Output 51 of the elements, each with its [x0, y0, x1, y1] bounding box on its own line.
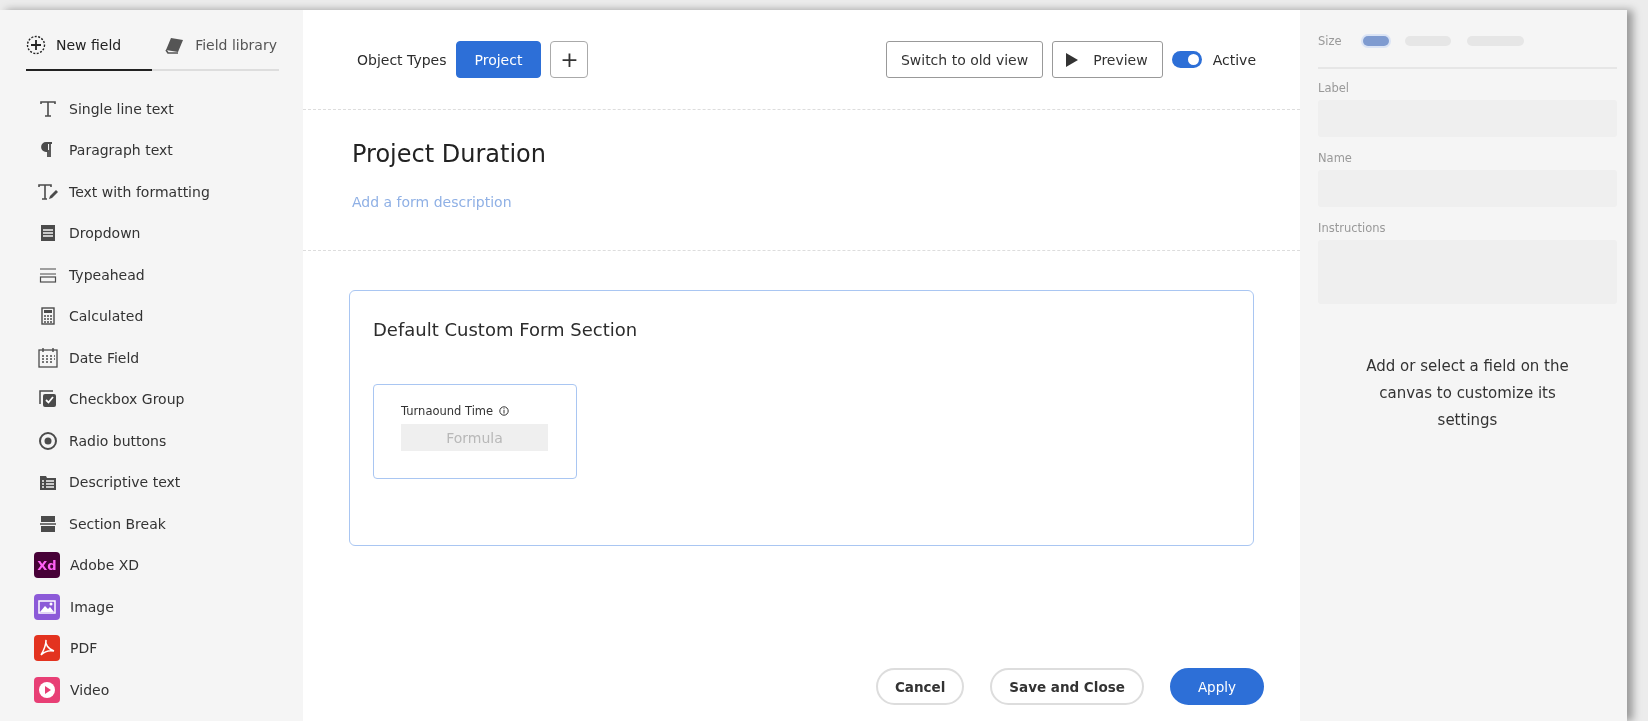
- field-type-item[interactable]: Video: [24, 669, 287, 711]
- field-type-item[interactable]: Checkbox Group: [24, 378, 287, 420]
- field-type-item[interactable]: Descriptive text: [24, 461, 287, 503]
- info-icon: [499, 406, 510, 416]
- field-type-item[interactable]: Single line text: [24, 88, 287, 130]
- pdf-icon: [34, 635, 60, 662]
- preview-button[interactable]: Preview: [1052, 41, 1163, 78]
- form-title: Project Duration: [352, 140, 547, 168]
- field-type-item[interactable]: Calculated: [24, 295, 287, 337]
- size-option[interactable]: [1362, 36, 1389, 46]
- object-type-tab[interactable]: Project: [455, 41, 542, 78]
- text-pen-icon: [37, 181, 59, 202]
- field-type-item[interactable]: PDF: [24, 627, 287, 669]
- field-type-item[interactable]: Paragraph text: [24, 129, 287, 171]
- image-icon: [34, 593, 60, 620]
- section-break-icon: [37, 513, 59, 534]
- play-icon: [1065, 51, 1080, 68]
- field-type-item[interactable]: Date Field: [24, 337, 287, 379]
- field-type-item[interactable]: Section Break: [24, 503, 287, 545]
- calendar-icon: [37, 346, 59, 369]
- apply-button[interactable]: Apply: [1169, 668, 1264, 705]
- setting-label: Instructions: [1318, 221, 1387, 235]
- sidebar-tab[interactable]: Field library: [151, 35, 279, 71]
- footer-button[interactable]: Save and Close: [990, 668, 1144, 705]
- setting-label: Label: [1318, 81, 1351, 95]
- play-icon: [34, 676, 60, 703]
- footer-button[interactable]: Cancel: [875, 668, 965, 705]
- sidebar-tab[interactable]: New field: [26, 35, 152, 71]
- field-type-item[interactable]: Dropdown: [24, 212, 287, 254]
- section-title: Default Custom Form Section: [373, 319, 639, 340]
- active-toggle[interactable]: [1171, 51, 1202, 68]
- plus-circle-icon: [26, 35, 46, 55]
- size-label: Size: [1318, 34, 1342, 48]
- setting-label: Name: [1318, 151, 1353, 165]
- checkbox-icon: [37, 389, 59, 410]
- field-type-item[interactable]: Typeahead: [24, 254, 287, 296]
- field-type-item[interactable]: Image: [24, 586, 287, 628]
- field-label: Turnaound Time: [401, 404, 494, 418]
- field-type-item[interactable]: Xd Adobe XD: [24, 544, 287, 586]
- object-types-label: Object Types: [357, 51, 447, 68]
- empty-settings-message: Add or select a field on the canvas to customize its settings: [1365, 356, 1570, 431]
- xd-icon: Xd: [34, 552, 60, 579]
- description-field[interactable]: Add a form description: [352, 194, 752, 210]
- text-icon: [37, 98, 59, 119]
- add-button[interactable]: +: [550, 41, 589, 78]
- radio-icon: [37, 430, 59, 451]
- book-icon: [163, 36, 186, 54]
- switch-view-button[interactable]: Switch to old view: [885, 41, 1044, 78]
- active-label: Active: [1212, 51, 1256, 68]
- field-type-item[interactable]: Text with formatting: [24, 171, 287, 213]
- field-type-item[interactable]: Radio buttons: [24, 420, 287, 462]
